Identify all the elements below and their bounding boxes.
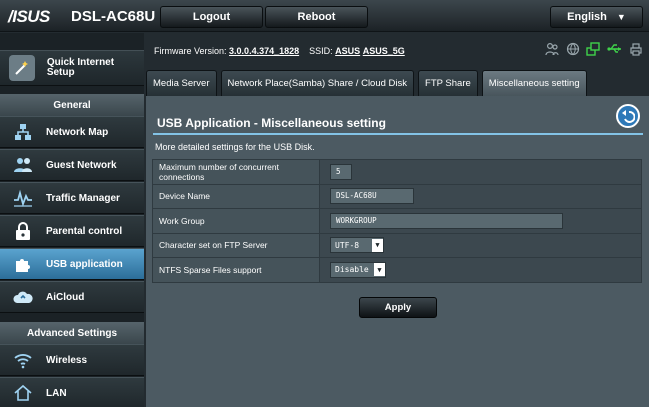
sidebar-item-label: Wireless: [46, 354, 88, 366]
chevron-down-icon: ▼: [616, 12, 626, 22]
page-title: USB Application - Miscellaneous setting: [157, 116, 386, 130]
sidebar-item-label: USB application: [46, 258, 123, 270]
setting-label: Device Name: [152, 183, 320, 209]
user-group-icon[interactable]: [545, 42, 559, 61]
status-icons: [545, 41, 643, 61]
sidebar-item-aicloud[interactable]: AiCloud: [0, 281, 144, 313]
brand-logo: /ISUS: [8, 7, 50, 26]
ntfs-sparse-select[interactable]: Disable ▼: [330, 261, 386, 278]
nav-section-general: General: [0, 94, 144, 116]
table-row: Character set on FTP Server UTF-8 ▼: [152, 232, 642, 258]
table-row: Work Group WORKGROUP: [152, 208, 642, 234]
sidebar-item-label: Traffic Manager: [46, 192, 120, 204]
tab-network-place-share[interactable]: Network Place(Samba) Share / Cloud Disk: [220, 70, 415, 96]
nav-section-advanced: Advanced Settings: [0, 322, 144, 344]
select-value: UTF-8: [335, 240, 360, 250]
table-row: NTFS Sparse Files support Disable ▼: [152, 257, 642, 283]
sidebar-item-usb-application[interactable]: USB application: [0, 248, 144, 280]
top-bar: /ISUS DSL-AC68U Logout Reboot English ▼: [0, 0, 649, 32]
ssid-link-24g[interactable]: ASUS: [335, 46, 360, 56]
sidebar-item-network-map[interactable]: Network Map: [0, 116, 144, 148]
setting-label: Maximum number of concurrent connections: [152, 159, 320, 185]
quick-setup-button[interactable]: Quick Internet Setup: [0, 50, 144, 86]
logout-button[interactable]: Logout: [160, 6, 263, 28]
setting-label: Character set on FTP Server: [152, 232, 320, 258]
table-row: Device Name DSL-AC68U: [152, 183, 642, 209]
table-row: Maximum number of concurrent connections…: [152, 159, 642, 185]
home-icon: [12, 382, 34, 404]
title-divider: [153, 133, 643, 135]
sidebar-item-parental-control[interactable]: Parental control: [0, 215, 144, 247]
setting-label: Work Group: [152, 208, 320, 234]
wifi-icon: [12, 349, 34, 371]
model-name: DSL-AC68U: [71, 8, 156, 25]
setting-label: NTFS Sparse Files support: [152, 257, 320, 283]
traffic-manager-icon: [12, 187, 34, 209]
magic-wand-icon: [9, 55, 35, 81]
sidebar-item-label: Network Map: [46, 126, 109, 138]
printer-icon[interactable]: [629, 42, 643, 61]
device-name-input[interactable]: DSL-AC68U: [330, 188, 414, 205]
network-status-icon[interactable]: [586, 41, 600, 61]
cloud-icon: [12, 286, 34, 308]
sidebar-item-label: LAN: [46, 387, 67, 399]
lock-icon: [12, 220, 34, 242]
firmware-status: Firmware Version: 3.0.0.4.374_1828 SSID:…: [154, 46, 405, 56]
quick-setup-label: Quick Internet Setup: [46, 57, 115, 78]
ssid-link-5g[interactable]: ASUS_5G: [363, 46, 405, 56]
max-connections-input[interactable]: 5: [330, 163, 352, 180]
apply-button[interactable]: Apply: [359, 297, 437, 318]
chevron-down-icon: ▼: [372, 238, 383, 252]
back-button[interactable]: [616, 104, 640, 128]
chevron-down-icon: ▼: [374, 263, 385, 277]
tab-ftp-share[interactable]: FTP Share: [418, 70, 478, 96]
usb-icon[interactable]: [606, 42, 623, 61]
sidebar-item-label: Parental control: [46, 225, 123, 237]
back-arrow-icon: [622, 110, 635, 123]
network-map-icon: [12, 121, 34, 143]
sidebar-item-traffic-manager[interactable]: Traffic Manager: [0, 182, 144, 214]
work-group-input[interactable]: WORKGROUP: [330, 212, 563, 229]
reboot-button[interactable]: Reboot: [265, 6, 368, 28]
router-admin-page: /ISUS DSL-AC68U Logout Reboot English ▼ …: [0, 0, 649, 407]
sidebar-item-wireless[interactable]: Wireless: [0, 344, 144, 376]
tab-media-server[interactable]: Media Server: [146, 70, 217, 96]
tab-miscellaneous-setting[interactable]: Miscellaneous setting: [481, 70, 587, 96]
page-description: More detailed settings for the USB Disk.: [155, 142, 315, 152]
sidebar-item-lan[interactable]: LAN: [0, 377, 144, 407]
sidebar-item-label: Guest Network: [46, 159, 117, 171]
select-value: Disable: [335, 265, 369, 275]
tab-bar: Media Server Network Place(Samba) Share …: [146, 70, 591, 96]
sidebar-item-guest-network[interactable]: Guest Network: [0, 149, 144, 181]
language-label: English: [567, 11, 607, 23]
sidebar: Quick Internet Setup General Network Map…: [0, 33, 144, 407]
guest-network-icon: [12, 154, 34, 176]
firmware-label: Firmware Version:: [154, 46, 227, 56]
ftp-charset-select[interactable]: UTF-8 ▼: [330, 237, 384, 254]
sidebar-item-label: AiCloud: [46, 291, 85, 303]
language-select[interactable]: English ▼: [550, 6, 643, 28]
puzzle-icon: [12, 253, 34, 275]
content-panel: USB Application - Miscellaneous setting …: [146, 96, 649, 407]
globe-icon[interactable]: [566, 42, 580, 61]
settings-table: Maximum number of concurrent connections…: [152, 159, 642, 283]
firmware-version-link[interactable]: 3.0.0.4.374_1828: [229, 46, 299, 56]
ssid-label: SSID:: [309, 46, 333, 56]
